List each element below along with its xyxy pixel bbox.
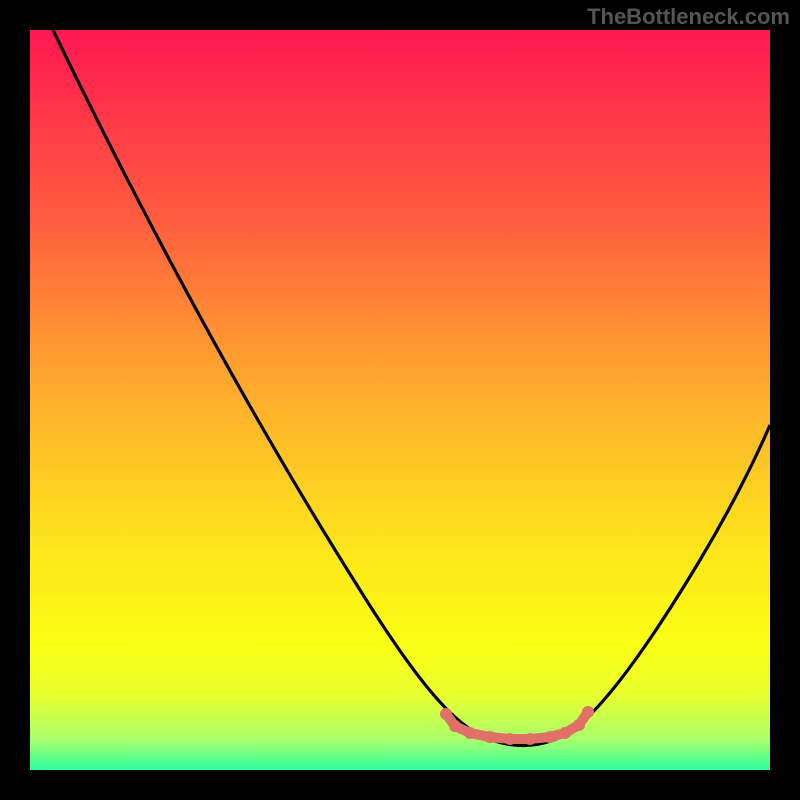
watermark-text: TheBottleneck.com <box>587 4 790 30</box>
frame-right <box>770 0 800 800</box>
frame-left <box>0 0 30 800</box>
gradient-background <box>30 30 770 770</box>
chart-container: TheBottleneck.com <box>0 0 800 800</box>
frame-bottom <box>0 770 800 800</box>
bottleneck-chart <box>0 0 800 800</box>
